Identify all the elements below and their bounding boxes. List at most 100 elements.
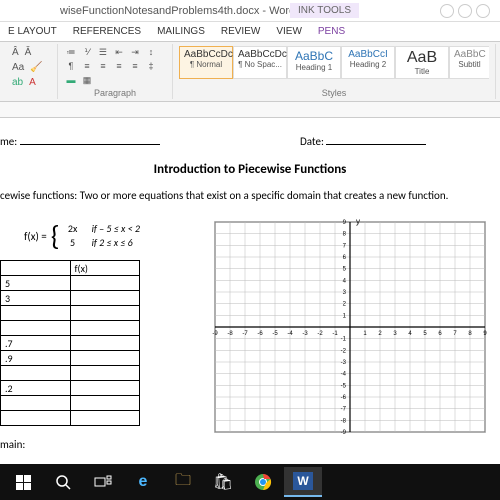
align-center-icon[interactable]: ≡ bbox=[96, 60, 110, 72]
ribbon-tabs: E LAYOUT REFERENCES MAILINGS REVIEW VIEW… bbox=[0, 22, 500, 42]
font-color-icon[interactable]: A bbox=[27, 76, 38, 89]
svg-text:-4: -4 bbox=[287, 331, 293, 337]
svg-text:2: 2 bbox=[343, 302, 347, 308]
justify-icon[interactable]: ≡ bbox=[128, 60, 142, 72]
tab-view[interactable]: VIEW bbox=[268, 26, 310, 37]
document-title: Introduction to Piecewise Functions bbox=[0, 162, 500, 177]
svg-text:3: 3 bbox=[343, 290, 347, 296]
style-nospacing[interactable]: AaBbCcDc ¶ No Spac... bbox=[233, 46, 287, 79]
shading-icon[interactable]: ▬ bbox=[64, 74, 78, 86]
svg-text:-2: -2 bbox=[317, 331, 323, 337]
svg-text:-5: -5 bbox=[272, 331, 278, 337]
change-case-icon[interactable]: Aa bbox=[10, 61, 26, 74]
styles-group: AaBbCcDc ¶ Normal AaBbCcDc ¶ No Spac... … bbox=[173, 44, 496, 99]
svg-text:-9: -9 bbox=[341, 430, 347, 436]
file-explorer-icon[interactable]: 🗀 bbox=[164, 467, 202, 497]
text-highlight-icon[interactable]: ab bbox=[10, 76, 25, 89]
svg-text:-6: -6 bbox=[341, 395, 347, 401]
piecewise-formula: f(x) = { 2xif – 5 ≤ x < 2 5if 2 ≤ x ≤ 6 bbox=[24, 220, 195, 252]
tab-references[interactable]: REFERENCES bbox=[65, 26, 149, 37]
font-group-label bbox=[10, 98, 51, 99]
word-icon[interactable]: W bbox=[284, 467, 322, 497]
table-header-fx: f(x) bbox=[70, 261, 140, 276]
document-area[interactable]: me: Date: Introduction to Piecewise Func… bbox=[0, 118, 500, 454]
numbering-icon[interactable]: ⅟ bbox=[80, 46, 94, 58]
values-table: f(x) 5 3 .7 .9 .2 bbox=[0, 260, 140, 426]
svg-text:-2: -2 bbox=[341, 348, 347, 354]
tab-layout[interactable]: E LAYOUT bbox=[0, 26, 65, 37]
style-heading2[interactable]: AaBbCcI Heading 2 bbox=[341, 46, 395, 79]
svg-text:-1: -1 bbox=[341, 337, 347, 343]
decrease-indent-icon[interactable]: ⇤ bbox=[112, 46, 126, 58]
show-marks-icon[interactable]: ¶ bbox=[64, 60, 78, 72]
svg-text:-9: -9 bbox=[212, 331, 218, 337]
tab-review[interactable]: REVIEW bbox=[213, 26, 268, 37]
svg-text:7: 7 bbox=[343, 243, 347, 249]
style-heading1[interactable]: AaBbC Heading 1 bbox=[287, 46, 341, 79]
svg-text:5: 5 bbox=[343, 267, 347, 273]
task-view-icon[interactable] bbox=[84, 467, 122, 497]
align-left-icon[interactable]: ≡ bbox=[80, 60, 94, 72]
paragraph-group-label: Paragraph bbox=[64, 88, 166, 99]
edge-icon[interactable]: e bbox=[124, 467, 162, 497]
font-group: Â Ǎ Aa 🧹 ab A bbox=[4, 44, 58, 99]
svg-text:-5: -5 bbox=[341, 383, 347, 389]
title-decorations bbox=[440, 4, 490, 18]
bullets-icon[interactable]: ≔ bbox=[64, 46, 78, 58]
start-button[interactable] bbox=[4, 467, 42, 497]
svg-text:-7: -7 bbox=[242, 331, 248, 337]
window-title: wiseFunctionNotesandProblems4th.docx - W… bbox=[60, 5, 295, 17]
clear-format-icon[interactable]: 🧹 bbox=[28, 61, 44, 74]
svg-text:9: 9 bbox=[343, 220, 347, 226]
svg-text:8: 8 bbox=[468, 331, 472, 337]
name-underline bbox=[20, 134, 160, 145]
line-spacing-icon[interactable]: ‡ bbox=[144, 60, 158, 72]
increase-indent-icon[interactable]: ⇥ bbox=[128, 46, 142, 58]
date-underline bbox=[326, 134, 426, 145]
svg-text:8: 8 bbox=[343, 232, 347, 238]
tab-pens[interactable]: PENS bbox=[310, 26, 353, 37]
svg-text:9: 9 bbox=[483, 331, 487, 337]
style-subtitle[interactable]: AaBbC Subtitl bbox=[449, 46, 489, 79]
ink-tools-tab[interactable]: INK TOOLS bbox=[290, 3, 359, 18]
svg-text:1: 1 bbox=[343, 313, 347, 319]
taskbar: e 🗀 🛍 W bbox=[0, 464, 500, 500]
font-increase-icon[interactable]: Â bbox=[10, 46, 21, 59]
date-label: Date: bbox=[300, 135, 324, 148]
svg-text:-6: -6 bbox=[257, 331, 263, 337]
svg-text:-4: -4 bbox=[341, 372, 347, 378]
ruler[interactable] bbox=[0, 102, 500, 118]
svg-text:-8: -8 bbox=[341, 418, 347, 424]
style-normal[interactable]: AaBbCcDc ¶ Normal bbox=[179, 46, 233, 79]
svg-text:y: y bbox=[356, 217, 360, 226]
domain-label: main: bbox=[0, 438, 195, 451]
ribbon-content: Â Ǎ Aa 🧹 ab A ≔ ⅟ ☰ ⇤ ⇥ ↕ ¶ ≡ ≡ ≡ ≡ ‡ … bbox=[0, 42, 500, 102]
tab-mailings[interactable]: MAILINGS bbox=[149, 26, 213, 37]
align-right-icon[interactable]: ≡ bbox=[112, 60, 126, 72]
sort-icon[interactable]: ↕ bbox=[144, 46, 158, 58]
definition-text: cewise functions: Two or more equations … bbox=[0, 189, 500, 202]
svg-text:-1: -1 bbox=[332, 331, 338, 337]
svg-text:1: 1 bbox=[363, 331, 367, 337]
store-icon[interactable]: 🛍 bbox=[204, 467, 242, 497]
titlebar: wiseFunctionNotesandProblems4th.docx - W… bbox=[0, 0, 500, 22]
svg-text:6: 6 bbox=[438, 331, 442, 337]
svg-text:7: 7 bbox=[453, 331, 457, 337]
font-decrease-icon[interactable]: Ǎ bbox=[23, 46, 34, 59]
svg-text:2: 2 bbox=[378, 331, 382, 337]
svg-text:5: 5 bbox=[423, 331, 427, 337]
multilevel-icon[interactable]: ☰ bbox=[96, 46, 110, 58]
svg-text:-3: -3 bbox=[302, 331, 308, 337]
svg-text:-7: -7 bbox=[341, 407, 347, 413]
style-title[interactable]: AaB Title bbox=[395, 46, 449, 79]
chrome-icon[interactable] bbox=[244, 467, 282, 497]
taskbar-search[interactable] bbox=[44, 467, 82, 497]
borders-icon[interactable]: ▦ bbox=[80, 74, 94, 86]
svg-text:3: 3 bbox=[393, 331, 397, 337]
svg-text:4: 4 bbox=[408, 331, 412, 337]
name-label: me: bbox=[0, 135, 17, 148]
styles-group-label: Styles bbox=[179, 88, 489, 99]
paragraph-group: ≔ ⅟ ☰ ⇤ ⇥ ↕ ¶ ≡ ≡ ≡ ≡ ‡ ▬ ▦ Paragraph bbox=[58, 44, 173, 99]
coordinate-graph: -9-8-7-6-5-4-3-2-1123456789-9-8-7-6-5-4-… bbox=[205, 212, 475, 451]
svg-text:-3: -3 bbox=[341, 360, 347, 366]
